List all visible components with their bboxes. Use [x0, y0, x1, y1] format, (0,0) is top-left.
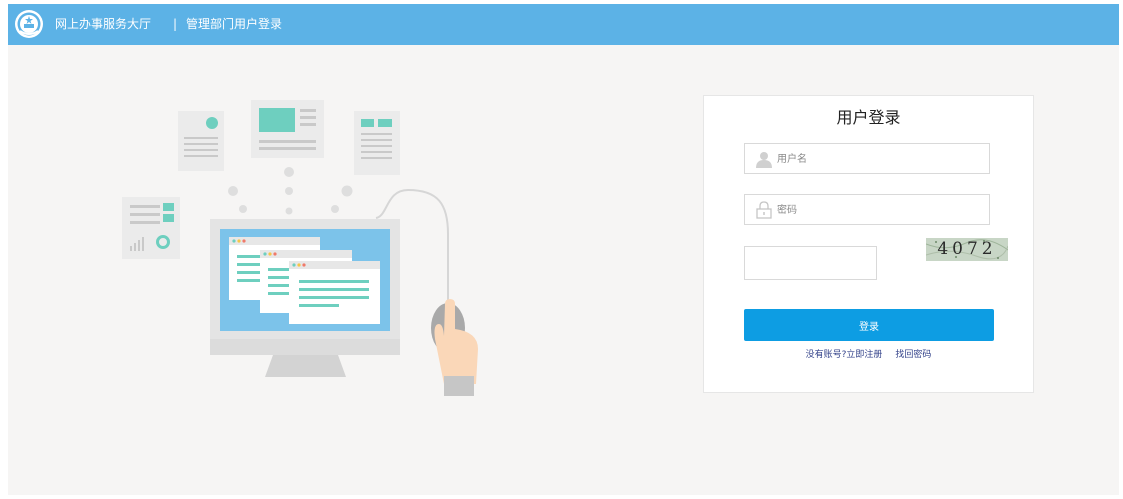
document-card-graphic [354, 111, 400, 175]
image-card-graphic [251, 100, 324, 158]
captcha-image[interactable]: 4072 [926, 238, 1008, 261]
mouse-hand-graphic [431, 299, 478, 396]
captcha-input[interactable] [744, 246, 877, 280]
top-header-bar: 网上办事服务大厅 | 管理部门用户登录 [8, 4, 1119, 45]
login-title: 用户登录 [836, 108, 901, 127]
user-icon [756, 152, 772, 168]
login-panel: 用户登录 4072 登录 [703, 95, 1034, 393]
site-brand-title: 网上办事服务大厅 [55, 17, 152, 31]
username-input[interactable] [777, 149, 977, 169]
password-input[interactable] [777, 200, 977, 220]
username-field[interactable] [744, 143, 990, 174]
lock-icon [756, 201, 772, 219]
login-button[interactable]: 登录 [744, 309, 994, 341]
national-emblem-icon [15, 10, 43, 38]
register-link[interactable]: 没有账号?立即注册 [806, 350, 883, 360]
dots-graphic [228, 167, 353, 215]
forgot-password-link[interactable]: 找回密码 [895, 350, 931, 360]
page-frame: 网上办事服务大厅 | 管理部门用户登录 用户登录 用户名 4072 登录 没有账… [8, 4, 1119, 495]
password-field[interactable] [744, 194, 990, 225]
profile-card-graphic [178, 111, 224, 171]
header-separator: | [173, 17, 178, 31]
monitor-graphic [210, 219, 400, 377]
captcha-text: 4072 [937, 239, 997, 259]
login-links: 没有账号?立即注册 找回密码 [704, 349, 1033, 361]
chart-card-graphic [122, 197, 180, 259]
header-subtitle: 管理部门用户登录 [186, 17, 283, 31]
computer-with-mouse-illustration [122, 100, 478, 396]
